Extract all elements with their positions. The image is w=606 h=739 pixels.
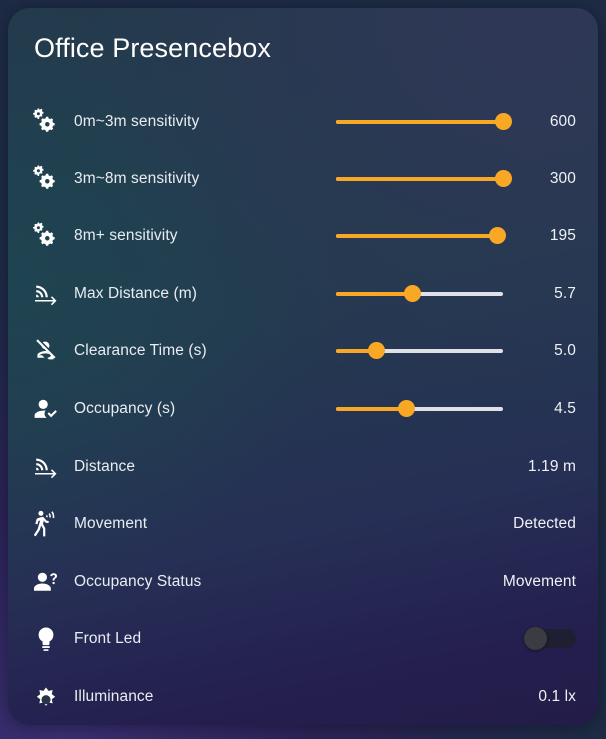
row-label: Clearance Time (s)	[74, 341, 207, 359]
cogs-icon	[8, 93, 74, 150]
row-label: 3m~8m sensitivity	[74, 169, 200, 187]
slider-sensitivity-8m-plus[interactable]	[336, 207, 518, 264]
row-clearance-time: Clearance Time (s) 5.0	[8, 322, 598, 379]
slider-thumb[interactable]	[397, 400, 415, 417]
row-sensitivity-3-8m: 3m~8m sensitivity 300	[8, 150, 598, 207]
row-value: 0.1 lx	[538, 687, 576, 705]
row-label: Occupancy (s)	[74, 399, 176, 417]
row-label: Occupancy Status	[74, 572, 202, 590]
row-illuminance: Illuminance 0.1 lx	[8, 668, 598, 725]
slider-track[interactable]	[336, 342, 503, 359]
device-card: Office Presencebox 0m~3m sensitivity 600	[8, 8, 598, 725]
slider-fill	[336, 406, 407, 411]
account-off-icon	[8, 322, 74, 379]
slider-thumb[interactable]	[494, 113, 512, 130]
slider-fill	[336, 291, 413, 296]
row-label: Max Distance (m)	[74, 284, 198, 302]
row-value: 600	[549, 112, 576, 130]
lightbulb-icon	[8, 610, 74, 667]
slider-track[interactable]	[336, 285, 503, 302]
cogs-icon	[8, 150, 74, 207]
slider-track[interactable]	[336, 170, 512, 187]
row-value: 5.7	[554, 284, 576, 302]
row-value: Detected	[513, 514, 576, 532]
account-check-icon	[8, 380, 74, 437]
row-label: Distance	[74, 457, 136, 475]
row-label: Front Led	[74, 629, 142, 647]
cogs-icon	[8, 207, 74, 264]
row-front-led: Front Led	[8, 610, 598, 667]
row-label: 0m~3m sensitivity	[74, 112, 200, 130]
slider-fill	[336, 119, 503, 124]
slider-fill	[336, 176, 503, 181]
row-occupancy: Occupancy (s) 4.5	[8, 380, 598, 437]
slider-thumb[interactable]	[367, 342, 385, 359]
slider-thumb[interactable]	[489, 227, 507, 244]
row-label: Movement	[74, 514, 148, 532]
row-value: 195	[549, 226, 576, 244]
brightness-icon	[8, 668, 74, 725]
row-sensitivity-0-3m: 0m~3m sensitivity 600	[8, 93, 598, 150]
slider-track[interactable]	[336, 400, 503, 417]
account-question-icon	[8, 553, 74, 610]
slider-fill	[336, 233, 498, 238]
row-label: Illuminance	[74, 687, 154, 705]
row-value: 300	[549, 169, 576, 187]
signal-distance-icon	[8, 265, 74, 322]
toggle-knob[interactable]	[524, 627, 547, 650]
row-occupancy-status: Occupancy Status Movement	[8, 553, 598, 610]
slider-thumb[interactable]	[494, 170, 512, 187]
front-led-toggle[interactable]	[524, 627, 576, 650]
slider-sensitivity-3-8m[interactable]	[336, 150, 518, 207]
slider-occupancy[interactable]	[336, 380, 518, 437]
row-value: Movement	[502, 572, 576, 590]
row-value: 1.19 m	[528, 457, 576, 475]
card-title: Office Presencebox	[34, 33, 271, 63]
signal-distance-icon	[8, 438, 74, 495]
row-movement: Movement Detected	[8, 495, 598, 552]
row-value: 5.0	[554, 341, 576, 359]
slider-max-distance[interactable]	[336, 265, 518, 322]
slider-thumb[interactable]	[404, 285, 422, 302]
row-distance: Distance 1.19 m	[8, 438, 598, 495]
row-sensitivity-8m-plus: 8m+ sensitivity 195	[8, 207, 598, 264]
row-label: 8m+ sensitivity	[74, 226, 178, 244]
slider-sensitivity-0-3m[interactable]	[336, 93, 518, 150]
slider-clearance-time[interactable]	[336, 322, 518, 379]
row-max-distance: Max Distance (m) 5.7	[8, 265, 598, 322]
walk-motion-icon	[8, 495, 74, 552]
slider-track[interactable]	[336, 113, 512, 130]
slider-track[interactable]	[336, 227, 507, 244]
row-value: 4.5	[554, 399, 576, 417]
